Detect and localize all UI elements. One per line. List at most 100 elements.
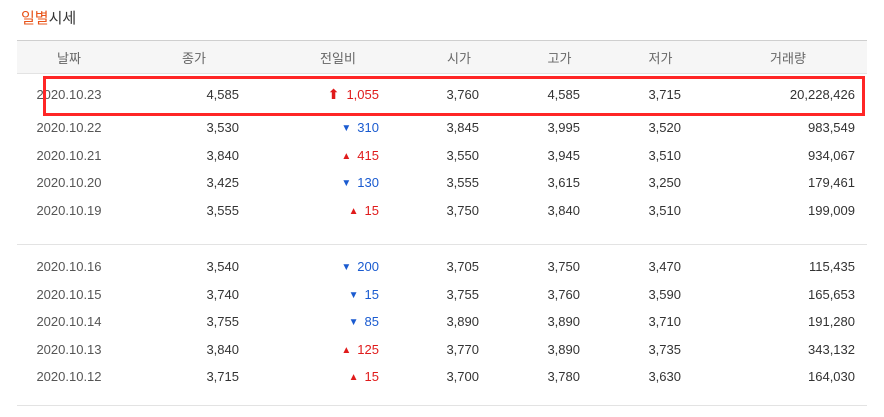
cell-low: 3,470 [648, 259, 681, 275]
cell-volume: 934,067 [808, 147, 855, 163]
cell-volume: 199,009 [808, 202, 855, 218]
cell-date: 2020.10.15 [36, 286, 102, 302]
cell-high: 3,750 [547, 259, 580, 275]
cell-change: ▼ 130 [239, 175, 379, 190]
cell-close: 3,740 [206, 286, 239, 302]
cell-change: ▲ 15 [239, 369, 379, 384]
cell-low: 3,520 [648, 120, 681, 136]
cell-open: 3,750 [446, 202, 479, 218]
cell-volume: 983,549 [808, 120, 855, 136]
cell-date: 2020.10.12 [36, 369, 102, 385]
up-triangle-icon: ▲ [341, 150, 352, 162]
header-close: 종가 [182, 50, 206, 66]
change-value: 15 [364, 286, 379, 302]
cell-change: ▼ 310 [239, 120, 379, 135]
cell-low: 3,735 [648, 341, 681, 357]
cell-close: 3,425 [206, 175, 239, 191]
table-row: 2020.10.13 3,840 ▲ 125 3,770 3,890 3,735 343,13… [17, 336, 867, 364]
cell-date: 2020.10.14 [36, 314, 102, 330]
cell-high: 3,780 [547, 369, 580, 385]
table-row: 2020.10.19 3,555 ▲ 15 3,750 3,840 3,510 199,009 [17, 197, 867, 225]
section-title: 일별시세 [21, 8, 76, 30]
cell-change: ▲ 415 [239, 148, 379, 163]
cell-high: 3,945 [547, 147, 580, 163]
cell-change: ▲ 15 [239, 203, 379, 218]
cell-change: ▼ 15 [239, 287, 379, 302]
change-value: 85 [364, 314, 379, 330]
change-value: 310 [357, 120, 379, 136]
cell-open: 3,760 [446, 86, 479, 102]
up-arrow-icon: ⬆ [327, 85, 340, 102]
cell-close: 4,585 [206, 86, 239, 102]
cell-high: 3,840 [547, 202, 580, 218]
cell-high: 3,995 [547, 120, 580, 136]
cell-volume: 343,132 [808, 341, 855, 357]
cell-close: 3,540 [206, 259, 239, 275]
table-row: 2020.10.15 3,740 ▼ 15 3,755 3,760 3,590 165,653 [17, 281, 867, 309]
table-row: 2020.10.22 3,530 ▼ 310 3,845 3,995 3,520 983,54… [17, 114, 867, 142]
up-triangle-icon: ▲ [348, 372, 359, 384]
cell-volume: 115,435 [808, 259, 855, 275]
section-title-accent: 일별 [21, 10, 49, 27]
down-triangle-icon: ▼ [341, 262, 352, 274]
header-low: 저가 [648, 50, 673, 66]
section-title-rest: 시세 [48, 10, 77, 27]
table-row: 2020.10.12 3,715 ▲ 15 3,700 3,780 3,630 164,030 [17, 363, 867, 391]
cell-high: 3,760 [547, 286, 580, 302]
down-triangle-icon: ▼ [341, 123, 352, 135]
row-group-1: 2020.10.23 4,585 ⬆ 1,055 3,760 4,585 3,715 20,2… [17, 74, 867, 224]
cell-close: 3,840 [206, 147, 239, 163]
change-value: 130 [357, 175, 379, 191]
change-value: 15 [364, 369, 379, 385]
cell-low: 3,250 [648, 175, 681, 191]
row-group-2: 2020.10.16 3,540 ▼ 200 3,705 3,750 3,470 115,43… [17, 253, 867, 391]
cell-date: 2020.10.16 [36, 259, 102, 275]
header-date: 날짜 [57, 50, 81, 66]
cell-date: 2020.10.13 [36, 341, 102, 357]
cell-volume: 164,030 [808, 369, 855, 385]
group-divider [17, 224, 867, 245]
table-row: 2020.10.20 3,425 ▼ 130 3,555 3,615 3,250 179,46… [17, 169, 867, 197]
cell-close: 3,530 [206, 120, 239, 136]
table-bottom-divider [17, 391, 867, 406]
cell-date: 2020.10.21 [36, 147, 102, 163]
up-triangle-icon: ▲ [341, 344, 352, 356]
cell-low: 3,710 [648, 314, 681, 330]
header-high: 고가 [547, 50, 572, 66]
table-row: 2020.10.23 4,585 ⬆ 1,055 3,760 4,585 3,715 20,2… [17, 74, 867, 114]
change-value: 125 [357, 341, 379, 357]
cell-close: 3,840 [206, 341, 239, 357]
cell-low: 3,630 [648, 369, 681, 385]
cell-date: 2020.10.23 [36, 86, 102, 102]
cell-low: 3,510 [648, 202, 681, 218]
change-value: 415 [357, 147, 379, 163]
header-volume: 거래량 [770, 50, 806, 66]
header-change: 전일비 [320, 50, 356, 66]
cell-low: 3,590 [648, 286, 681, 302]
change-value: 200 [357, 259, 379, 275]
cell-volume: 20,228,426 [789, 86, 855, 102]
cell-volume: 191,280 [808, 314, 855, 330]
cell-low: 3,715 [648, 86, 681, 102]
cell-volume: 165,653 [808, 286, 855, 302]
header-open: 시가 [447, 50, 471, 66]
down-triangle-icon: ▼ [348, 289, 359, 301]
cell-open: 3,770 [446, 341, 479, 357]
table-row: 2020.10.21 3,840 ▲ 415 3,550 3,945 3,510 934,06… [17, 142, 867, 170]
cell-high: 3,890 [547, 341, 580, 357]
cell-close: 3,555 [206, 202, 239, 218]
cell-close: 3,755 [206, 314, 239, 330]
cell-open: 3,550 [446, 147, 479, 163]
cell-change: ⬆ 1,055 [239, 86, 379, 103]
cell-change: ▼ 200 [239, 259, 379, 274]
cell-low: 3,510 [648, 147, 681, 163]
cell-date: 2020.10.20 [36, 175, 102, 191]
cell-open: 3,555 [446, 175, 479, 191]
cell-high: 3,890 [547, 314, 580, 330]
daily-price-table: 날짜 종가 전일비 시가 고가 저가 거래량 2020.10.23 4,585 ⬆ 1… [17, 40, 867, 406]
cell-open: 3,890 [446, 314, 479, 330]
table-header: 날짜 종가 전일비 시가 고가 저가 거래량 [17, 41, 867, 74]
cell-high: 3,615 [547, 175, 580, 191]
up-triangle-icon: ▲ [348, 205, 359, 217]
change-value: 1,055 [346, 86, 379, 102]
